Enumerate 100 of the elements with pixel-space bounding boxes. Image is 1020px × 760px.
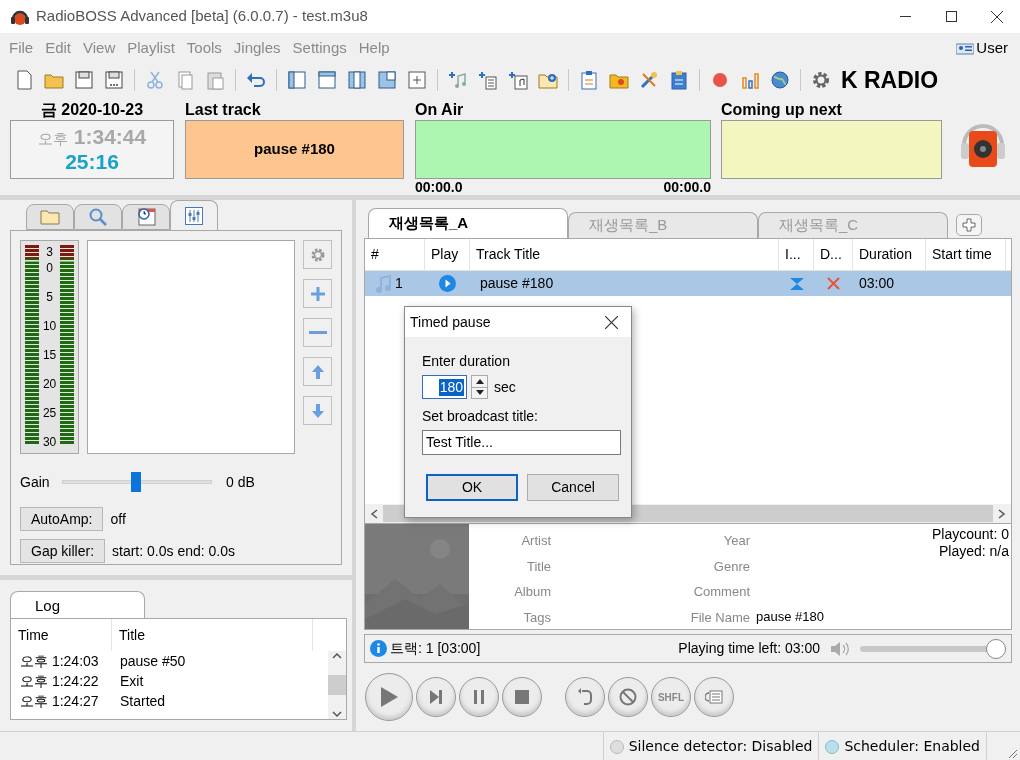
toolbar-button[interactable] bbox=[285, 68, 309, 92]
toolbar-button[interactable] bbox=[375, 68, 399, 92]
clock-time: 1:34:44 bbox=[73, 124, 147, 149]
last-track-title: pause #180 bbox=[254, 139, 335, 160]
remaining-time: 00:00.0 bbox=[663, 179, 711, 195]
autoamp-button[interactable]: AutoAmp: bbox=[20, 507, 104, 531]
add-button[interactable] bbox=[303, 279, 332, 308]
panel-tab[interactable] bbox=[74, 204, 122, 230]
track-count-text: 트랙: 1 [03:00] bbox=[390, 639, 481, 658]
toolbar-button[interactable] bbox=[768, 68, 792, 92]
pause-button[interactable] bbox=[459, 677, 499, 717]
column-header[interactable]: Start time bbox=[926, 239, 1006, 270]
column-header[interactable]: D... bbox=[814, 239, 853, 270]
search-icon bbox=[88, 207, 108, 227]
field-label: Year bbox=[723, 532, 750, 550]
next-button[interactable] bbox=[416, 677, 456, 717]
playlist-tab[interactable]: 재생목록_A bbox=[368, 208, 568, 238]
user-button[interactable]: User bbox=[956, 37, 1008, 60]
column-header[interactable]: Duration bbox=[853, 239, 926, 270]
column-header[interactable]: Play bbox=[425, 239, 470, 270]
toolbar-button[interactable] bbox=[405, 68, 429, 92]
layout-icon bbox=[347, 70, 367, 90]
paste-icon bbox=[205, 70, 225, 90]
toolbar-button[interactable] bbox=[345, 68, 369, 92]
window-title: RadioBOSS Advanced [beta] (6.0.0.7) - test.m3u8 bbox=[36, 6, 368, 27]
stop-button[interactable] bbox=[502, 677, 542, 717]
skip-next-icon bbox=[428, 689, 444, 705]
settings-button[interactable] bbox=[303, 240, 332, 269]
column-header: Title bbox=[112, 619, 313, 651]
new-document-icon bbox=[14, 70, 34, 90]
gain-slider[interactable] bbox=[62, 472, 212, 492]
log-title: Exit bbox=[119, 671, 144, 691]
pause-icon bbox=[472, 689, 486, 705]
duration-field[interactable]: 180 bbox=[422, 375, 467, 399]
add-list-icon bbox=[478, 70, 498, 90]
repeat-button[interactable] bbox=[565, 677, 605, 717]
log-tab[interactable]: Log bbox=[10, 591, 145, 618]
countdown-time: 25:16 bbox=[65, 150, 119, 175]
slider-thumb[interactable] bbox=[130, 472, 141, 492]
scale-label: 30 bbox=[42, 435, 57, 449]
toolbar-button[interactable] bbox=[315, 68, 339, 92]
resize-grip-icon bbox=[1008, 749, 1018, 759]
panel-tab[interactable] bbox=[170, 200, 218, 230]
equalizer-icon bbox=[184, 205, 204, 226]
column-header: Time bbox=[11, 619, 112, 651]
play-icon[interactable] bbox=[439, 275, 456, 292]
playlist-button[interactable] bbox=[694, 677, 734, 717]
broadcast-title-field[interactable]: Test Title... bbox=[422, 430, 621, 455]
field-label: File Name bbox=[690, 608, 750, 627]
copy-icon bbox=[175, 70, 195, 90]
scrollbar[interactable] bbox=[328, 651, 346, 719]
status-item: Scheduler: Enabled bbox=[818, 732, 986, 760]
move-down-button[interactable] bbox=[303, 396, 332, 425]
speaker-icon bbox=[830, 640, 850, 657]
elapsed-time: 00:00.0 bbox=[415, 179, 463, 195]
unit-label: sec bbox=[494, 377, 516, 397]
scale-label: 5 bbox=[46, 289, 53, 304]
play-button[interactable] bbox=[365, 673, 413, 721]
volume-slider[interactable] bbox=[860, 638, 1006, 659]
close-button[interactable] bbox=[603, 314, 619, 330]
list-icon bbox=[705, 689, 723, 705]
field-label: Genre bbox=[713, 557, 750, 576]
layout-icon bbox=[377, 70, 397, 90]
logo-text: K RADIO bbox=[841, 68, 939, 92]
track-number: 1 bbox=[395, 274, 403, 293]
autoamp-status: off bbox=[110, 509, 126, 529]
ok-button[interactable]: OK bbox=[426, 474, 518, 501]
remove-button[interactable] bbox=[303, 318, 332, 347]
arrow-right-icon bbox=[998, 508, 1006, 519]
prohibited-icon bbox=[619, 688, 637, 706]
clipboard-icon bbox=[669, 70, 689, 90]
spin-buttons[interactable] bbox=[471, 375, 488, 399]
layout-icon bbox=[287, 70, 307, 90]
save-as-icon bbox=[104, 70, 124, 90]
played-text: Played: n/a bbox=[938, 543, 1009, 560]
clipboard-icon bbox=[579, 70, 599, 90]
panel-tab[interactable] bbox=[122, 204, 170, 230]
add-tab-button[interactable] bbox=[956, 214, 982, 236]
column-header[interactable]: Track Title bbox=[470, 239, 779, 270]
column-header[interactable]: I... bbox=[779, 239, 814, 270]
block-button[interactable] bbox=[608, 677, 648, 717]
user-card-icon bbox=[956, 42, 975, 55]
toolbar-button[interactable] bbox=[72, 68, 96, 92]
gain-label: Gain bbox=[20, 472, 51, 492]
column-header[interactable]: # bbox=[365, 239, 425, 270]
gap-killer-button[interactable]: Gap killer: bbox=[20, 539, 106, 563]
slider-thumb[interactable] bbox=[986, 638, 1007, 659]
move-up-button[interactable] bbox=[303, 357, 332, 386]
calendar-clock-icon bbox=[136, 207, 156, 227]
dialog-title: Timed pause bbox=[410, 312, 491, 332]
layout-icon bbox=[317, 70, 337, 90]
track-row[interactable]: 1 pause #180 03:00 bbox=[365, 271, 1011, 296]
coming-up-label: Coming up next bbox=[721, 100, 843, 120]
play-icon bbox=[379, 686, 399, 708]
cancel-button[interactable]: Cancel bbox=[527, 474, 619, 501]
delete-icon[interactable] bbox=[827, 277, 840, 290]
toolbar-button[interactable] bbox=[102, 68, 126, 92]
minus-icon bbox=[308, 331, 327, 334]
scale-label: 0 bbox=[46, 260, 53, 275]
log-time: 오후 1:24:27 bbox=[19, 691, 100, 711]
